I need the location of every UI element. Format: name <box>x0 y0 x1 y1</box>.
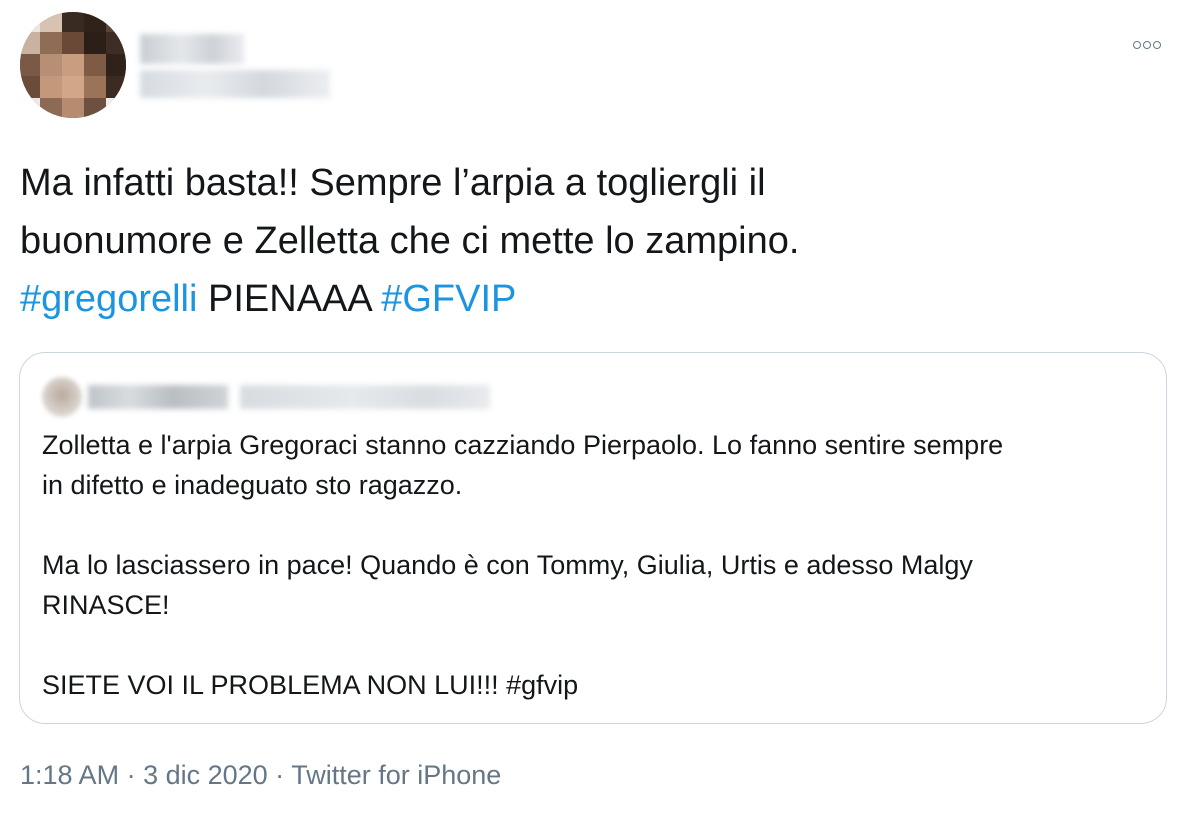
dot-icon <box>1133 41 1141 49</box>
avatar-pixel <box>40 98 62 118</box>
quoted-tweet[interactable]: Zolletta e l'arpia Gregoraci stanno cazz… <box>19 352 1167 724</box>
quoted-text-line: Ma lo lasciassero in pace! Quando è con … <box>42 550 973 580</box>
quoted-text-line: RINASCE! <box>42 590 170 620</box>
avatar-pixel <box>106 76 126 98</box>
avatar-pixel <box>20 32 40 54</box>
avatar-pixel <box>84 76 106 98</box>
more-options-icon[interactable] <box>1133 38 1169 52</box>
tweet-text-line: buonumore e Zelletta che ci mette lo zam… <box>20 220 800 262</box>
avatar-pixel <box>20 98 40 118</box>
avatar-pixel <box>84 98 106 118</box>
hashtag-link[interactable]: #gregorelli <box>20 278 197 320</box>
avatar-pixel <box>40 12 62 32</box>
avatar-pixel <box>62 54 84 76</box>
avatar-pixel <box>62 32 84 54</box>
avatar-pixel <box>20 12 40 32</box>
quoted-text-line: in difetto e inadeguato sto ragazzo. <box>42 470 463 500</box>
avatar-pixel <box>40 54 62 76</box>
meta-separator: · <box>119 760 144 790</box>
hashtag-link[interactable]: #GFVIP <box>381 278 516 320</box>
avatar-pixel <box>40 76 62 98</box>
tweet-text: Ma infatti basta!! Sempre l’arpia a togl… <box>20 154 1170 328</box>
quoted-tweet-text: Zolletta e l'arpia Gregoraci stanno cazz… <box>42 425 1142 705</box>
tweet-text-line: #gregorelli PIENAAA #GFVIP <box>20 270 1170 328</box>
avatar-pixel <box>106 32 126 54</box>
avatar-pixel <box>20 54 40 76</box>
avatar-pixel <box>20 76 40 98</box>
dot-icon <box>1153 41 1161 49</box>
tweet-meta: 1:18 AM · 3 dic 2020 · Twitter for iPhon… <box>20 757 501 793</box>
dot-icon <box>1143 41 1151 49</box>
tweet-card: Ma infatti basta!! Sempre l’arpia a togl… <box>0 0 1200 821</box>
avatar-pixel <box>62 98 84 118</box>
avatar-pixel <box>62 76 84 98</box>
avatar-pixel <box>84 12 106 32</box>
quoted-user-name-redacted <box>88 385 228 409</box>
user-display-name-redacted[interactable] <box>140 34 244 64</box>
user-avatar[interactable] <box>20 12 126 118</box>
tweet-date-link[interactable]: 3 dic 2020 <box>143 760 268 790</box>
avatar-pixel <box>40 32 62 54</box>
quoted-user-avatar <box>42 377 82 417</box>
meta-separator: · <box>267 760 292 790</box>
tweet-time-link[interactable]: 1:18 AM <box>20 760 119 790</box>
avatar-pixel <box>106 54 126 76</box>
quoted-text-line: Zolletta e l'arpia Gregoraci stanno cazz… <box>42 430 1004 460</box>
tweet-source-link[interactable]: Twitter for iPhone <box>291 760 501 790</box>
avatar-pixel <box>106 12 126 32</box>
avatar-pixel <box>84 54 106 76</box>
avatar-pixel <box>62 12 84 32</box>
tweet-text-line: Ma infatti basta!! Sempre l’arpia a togl… <box>20 162 766 204</box>
avatar-pixel <box>84 32 106 54</box>
quoted-user-handle-redacted <box>240 385 490 409</box>
quoted-text-line: SIETE VOI IL PROBLEMA NON LUI!!! #gfvip <box>42 670 579 700</box>
avatar-pixel <box>106 98 126 118</box>
user-handle-redacted[interactable] <box>140 70 330 98</box>
tweet-text-fragment: PIENAAA <box>197 278 382 320</box>
